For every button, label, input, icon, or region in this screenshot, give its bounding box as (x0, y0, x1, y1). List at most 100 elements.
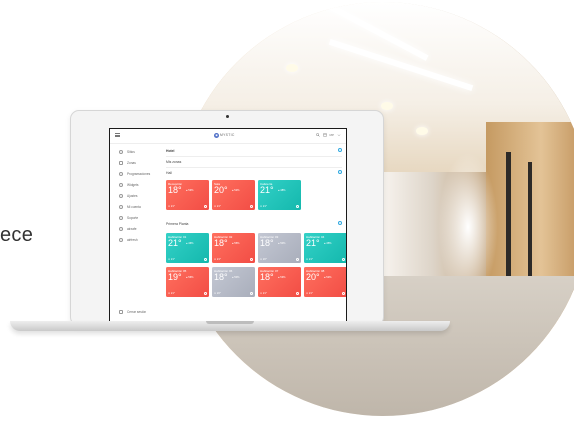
sidebar-item-soporte[interactable]: Soporte (119, 216, 138, 220)
zone-humidity: ● 53% (278, 276, 286, 279)
logout-icon (119, 310, 123, 314)
zone-temperature: 20° (306, 272, 320, 282)
zone-tile[interactable]: Habitación 03 18° ● 50% ⊙ 20° (258, 233, 301, 263)
zone-tile[interactable]: Habitación 08 20° ● 52% ⊙ 21° (304, 267, 346, 297)
zone-humidity: ● 50% (278, 242, 286, 245)
power-icon[interactable] (341, 291, 345, 296)
group-floor-settings-icon[interactable] (338, 221, 342, 225)
zone-temperature: 18° (214, 272, 228, 282)
zone-humidity: ● 52% (324, 276, 332, 279)
zone-humidity: ● 52% (232, 189, 240, 192)
sidebar-item-airzafe[interactable]: airzafe (119, 227, 137, 231)
zone-tile[interactable]: Habitación 04 21° ● 45% ⊙ 21° (304, 233, 346, 263)
group-hall-settings-icon[interactable] (338, 170, 342, 174)
zone-humidity: ● 56% (186, 276, 194, 279)
zone-tile[interactable]: Habitación 01 21° ● 46% ⊙ 21° (166, 233, 209, 263)
search-icon[interactable] (315, 133, 320, 137)
zone-temperature: 18° (260, 238, 274, 248)
sidebar-item-label: Ajustes (127, 194, 138, 198)
site-name: Hotel (166, 149, 175, 153)
zone-setpoint: ⊙ 21° (306, 292, 313, 295)
sidebar-item-airfresh[interactable]: airfresh (119, 238, 138, 242)
zone-humidity: ● 46% (186, 242, 194, 245)
account-icon (119, 205, 123, 209)
mail-icon[interactable] (322, 133, 327, 137)
laptop-lid: ◉ MYSTIC MP Sitios Zonas Programaciones … (70, 110, 384, 326)
group-floor-label: Primera Planta (166, 222, 189, 226)
logout-button[interactable]: Cerrar sesión (119, 310, 146, 314)
zone-humidity: ● 50% (232, 276, 240, 279)
schedules-icon (119, 172, 123, 176)
sites-icon (119, 150, 123, 154)
zone-setpoint: ⊙ 21° (214, 205, 221, 208)
brand-name: MYSTIC (220, 133, 235, 137)
zone-setpoint: ⊙ 20° (214, 292, 221, 295)
zone-tile[interactable]: Recepción 18° ● 53% ⊙ 21° (166, 180, 209, 210)
power-icon[interactable] (341, 257, 345, 262)
power-icon[interactable] (249, 257, 253, 262)
chevron-down-icon[interactable] (337, 133, 341, 137)
sidebar-item-widgets[interactable]: Widgets (119, 183, 139, 187)
power-icon[interactable] (249, 291, 253, 296)
zone-tile[interactable]: Habitación 02 18° ● 55% ⊙ 21° (212, 233, 255, 263)
sidebar-item-sitios[interactable]: Sitios (119, 150, 135, 154)
divider (166, 167, 342, 168)
zone-tile[interactable]: Sala 20° ● 52% ⊙ 21° (212, 180, 255, 210)
power-icon[interactable] (203, 291, 207, 296)
zone-setpoint: ⊙ 21° (260, 292, 267, 295)
settings-icon (119, 194, 123, 198)
power-icon[interactable] (295, 291, 299, 296)
sidebar-item-programaciones[interactable]: Programaciones (119, 172, 150, 176)
zone-temperature: 21° (260, 185, 274, 195)
zone-temperature: 18° (168, 185, 182, 195)
widgets-icon (119, 183, 123, 187)
sidebar-item-ajustes[interactable]: Ajustes (119, 194, 137, 198)
power-icon[interactable] (295, 257, 299, 262)
zone-tile[interactable]: Cafetería 21° ● 48% ⊙ 21° (258, 180, 301, 210)
sidebar-item-label: Sitios (127, 150, 135, 154)
sidebar-item-mi-cuenta[interactable]: Mi cuenta (119, 205, 141, 209)
app-topbar: ◉ MYSTIC MP (110, 129, 346, 144)
camera-icon (226, 115, 229, 118)
zones-icon (119, 161, 123, 165)
zone-temperature: 18° (260, 272, 274, 282)
sidebar-item-zonas[interactable]: Zonas (119, 161, 136, 165)
sidebar-item-label: airfresh (127, 238, 138, 242)
zone-humidity: ● 45% (324, 242, 332, 245)
site-settings-icon[interactable] (338, 148, 342, 152)
downlight (286, 64, 298, 72)
zone-humidity: ● 48% (278, 189, 286, 192)
app-screen: ◉ MYSTIC MP Sitios Zonas Programaciones … (109, 128, 347, 323)
zone-tile[interactable]: Habitación 07 18° ● 53% ⊙ 21° (258, 267, 301, 297)
sidebar-item-label: airzafe (127, 227, 137, 231)
downlight (381, 102, 393, 110)
power-icon[interactable] (249, 204, 253, 209)
power-icon[interactable] (295, 204, 299, 209)
sidebar-item-label: Zonas (127, 161, 136, 165)
group-hall-label: Hall (166, 171, 172, 175)
sidebar-item-label: Soporte (127, 216, 139, 220)
airzafe-icon (119, 227, 123, 231)
power-icon[interactable] (203, 257, 207, 262)
zone-tile[interactable]: Habitación 06 18° ● 50% ⊙ 20° (212, 267, 255, 297)
power-icon[interactable] (203, 204, 207, 209)
zone-setpoint: ⊙ 21° (214, 258, 221, 261)
logout-label: Cerrar sesión (127, 310, 147, 314)
zone-temperature: 21° (168, 238, 182, 248)
zone-setpoint: ⊙ 21° (260, 205, 267, 208)
zone-setpoint: ⊙ 20° (260, 258, 267, 261)
sidebar-item-label: Programaciones (127, 172, 151, 176)
divider (166, 156, 342, 157)
user-initials[interactable]: MP (330, 133, 335, 137)
laptop-notch (206, 321, 254, 324)
zone-setpoint: ⊙ 21° (168, 258, 175, 261)
hero-side-text: ece (0, 224, 34, 246)
zone-temperature: 21° (306, 238, 320, 248)
zone-humidity: ● 53% (186, 189, 194, 192)
zone-tile[interactable]: Habitación 05 19° ● 56% ⊙ 21° (166, 267, 209, 297)
menu-icon[interactable] (115, 133, 120, 138)
my-zones-label: Mis zonas (166, 160, 182, 164)
support-icon (119, 216, 123, 220)
top-right-actions: MP (315, 133, 342, 137)
zone-temperature: 20° (214, 185, 228, 195)
